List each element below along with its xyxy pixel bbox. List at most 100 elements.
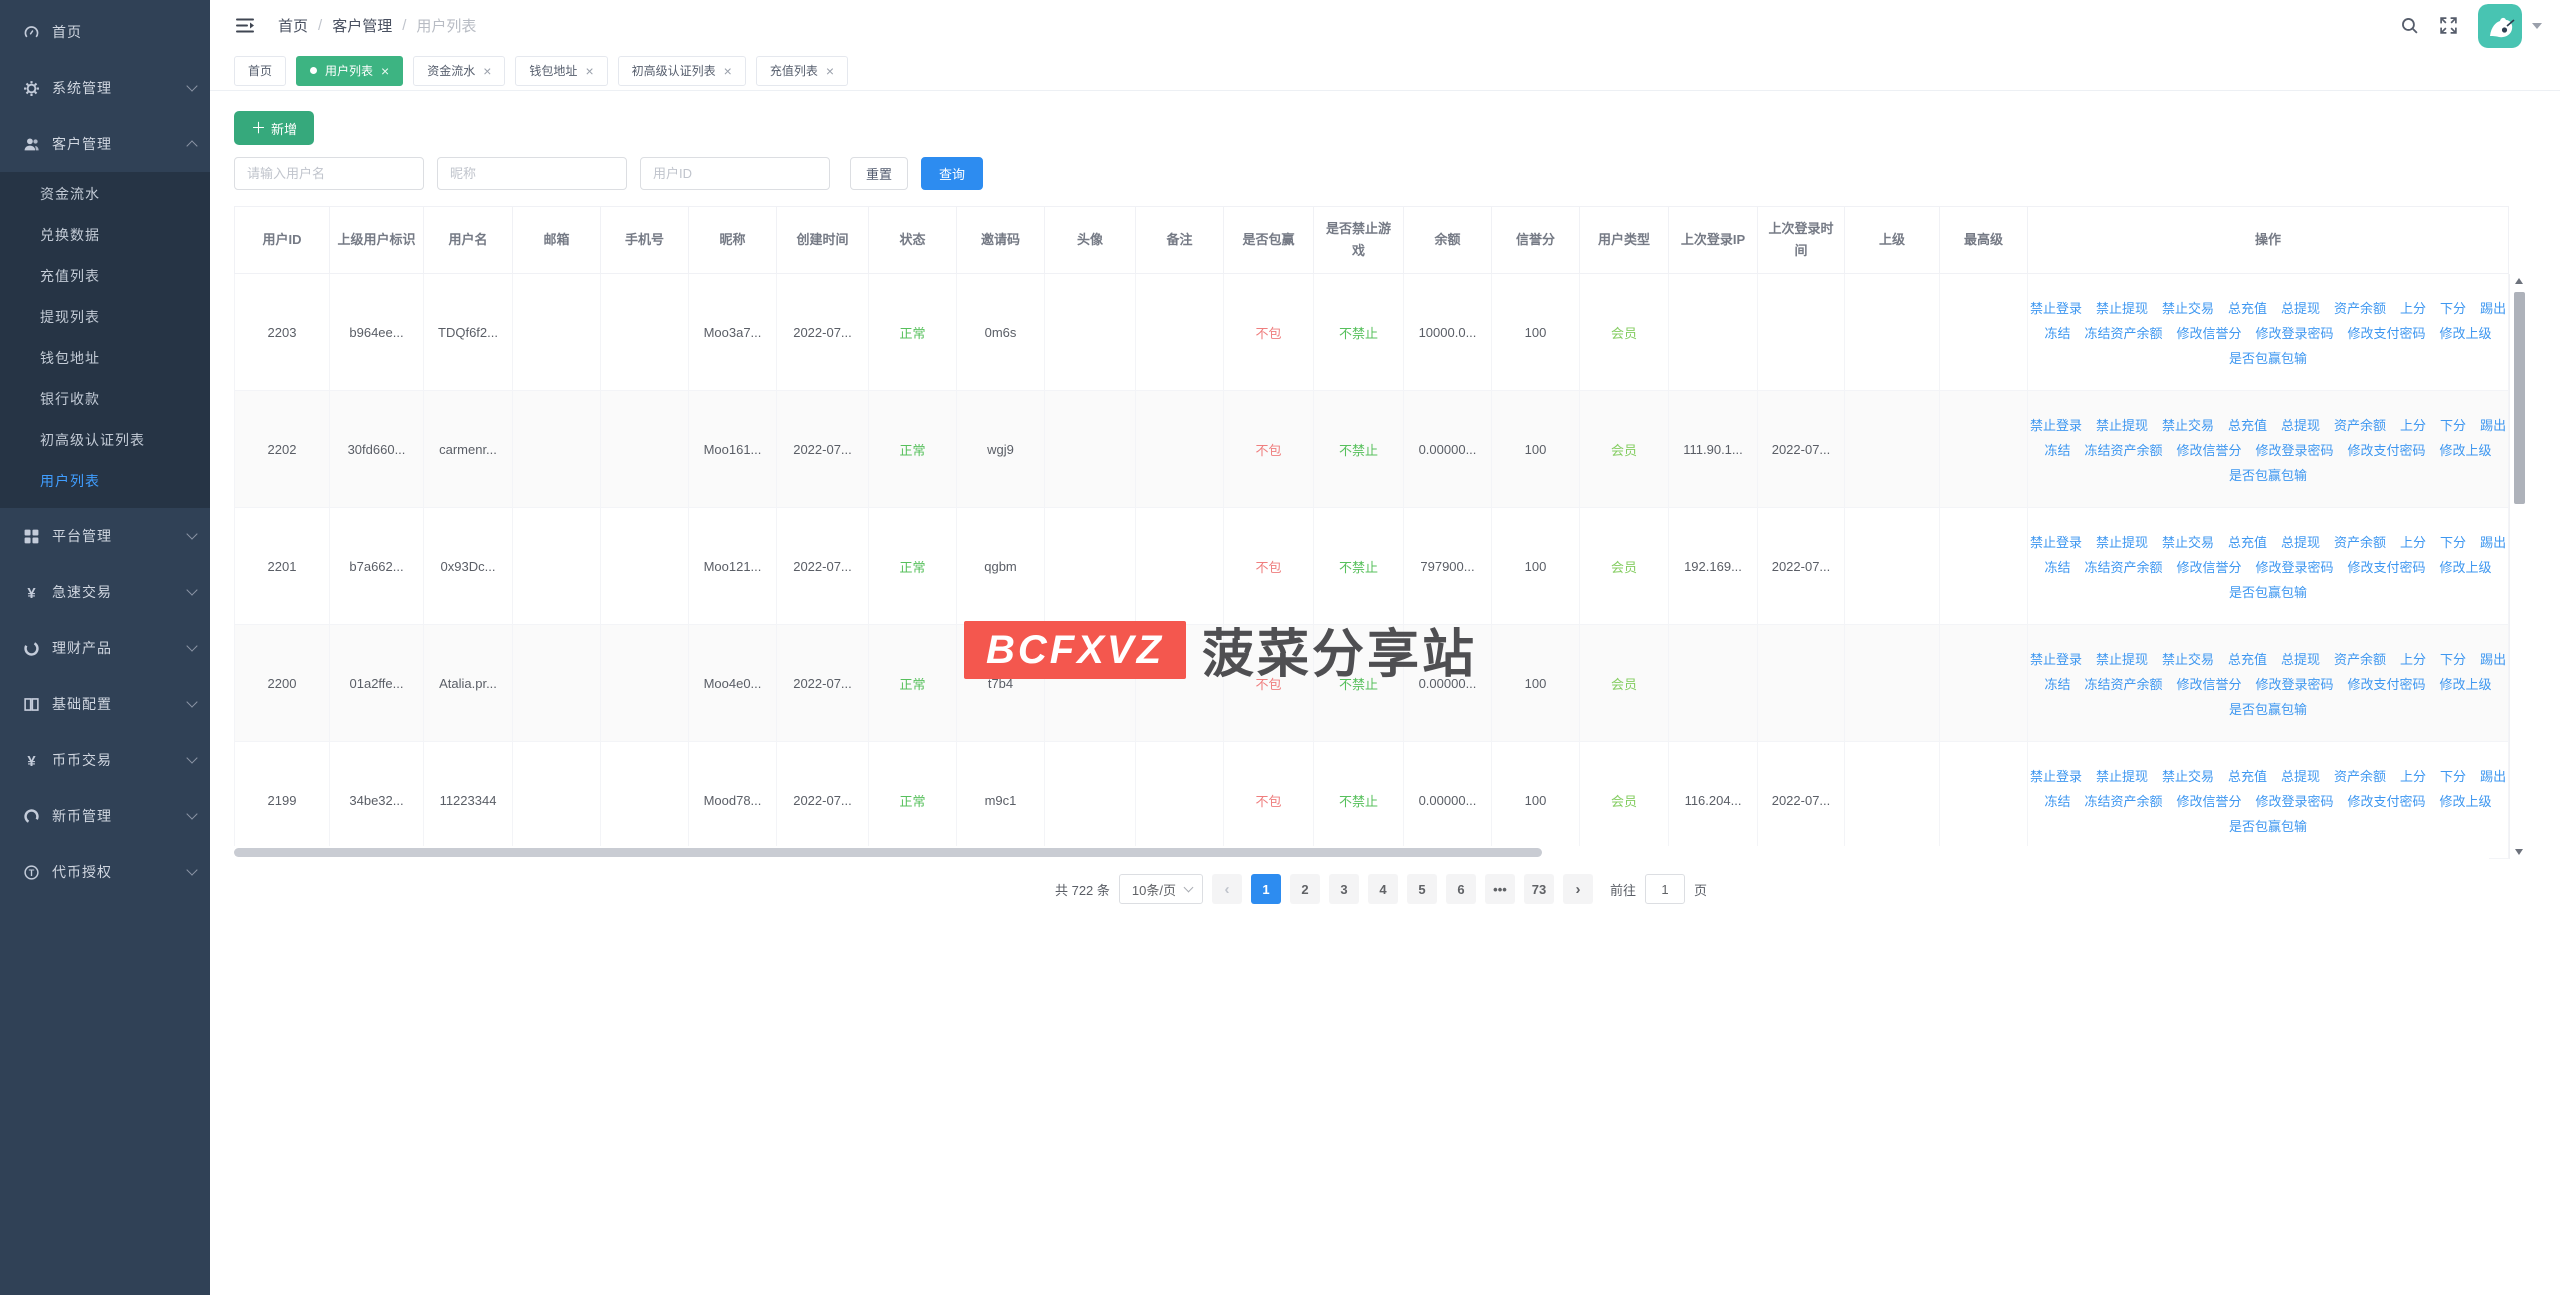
op-add-score[interactable]: 上分	[2400, 415, 2426, 434]
op-asset-balance[interactable]: 资产余额	[2334, 649, 2386, 668]
op-ban-trade[interactable]: 禁止交易	[2162, 649, 2214, 668]
op-total-withdraw[interactable]: 总提现	[2281, 415, 2320, 434]
op-edit-login-password[interactable]: 修改登录密码	[2256, 440, 2334, 459]
op-win-lose-control[interactable]: 是否包赢包输	[2229, 699, 2307, 718]
op-ban-login[interactable]: 禁止登录	[2030, 415, 2082, 434]
tab-wallet-address[interactable]: 钱包地址×	[515, 56, 607, 86]
horizontal-scrollbar-thumb[interactable]	[234, 848, 1542, 857]
op-ban-trade[interactable]: 禁止交易	[2162, 766, 2214, 785]
op-ban-trade[interactable]: 禁止交易	[2162, 415, 2214, 434]
sidebar-item-wealth-products[interactable]: 理财产品	[0, 620, 210, 676]
page-button-73[interactable]: 73	[1524, 874, 1554, 904]
op-ban-login[interactable]: 禁止登录	[2030, 649, 2082, 668]
op-freeze-asset-balance[interactable]: 冻结资产余额	[2084, 674, 2162, 693]
sidebar-subitem-recharge-list[interactable]: 充值列表	[0, 256, 210, 297]
sidebar-subitem-bank-collection[interactable]: 银行收款	[0, 379, 210, 420]
op-win-lose-control[interactable]: 是否包赢包输	[2229, 582, 2307, 601]
op-edit-pay-password[interactable]: 修改支付密码	[2348, 323, 2426, 342]
op-kick-out[interactable]: 踢出	[2480, 298, 2506, 317]
op-total-withdraw[interactable]: 总提现	[2281, 649, 2320, 668]
page-button-5[interactable]: 5	[1407, 874, 1437, 904]
sidebar-item-new-coin-management[interactable]: 新币管理	[0, 788, 210, 844]
page-size-select[interactable]: 10条/页	[1119, 874, 1203, 904]
chevron-down-icon[interactable]	[2532, 23, 2542, 29]
op-edit-superior[interactable]: 修改上级	[2440, 791, 2492, 810]
op-kick-out[interactable]: 踢出	[2480, 766, 2506, 785]
op-total-recharge[interactable]: 总充值	[2228, 298, 2267, 317]
op-sub-score[interactable]: 下分	[2440, 298, 2466, 317]
op-freeze-asset-balance[interactable]: 冻结资产余额	[2084, 440, 2162, 459]
prev-page-button[interactable]: ‹	[1212, 874, 1242, 904]
sidebar-subitem-wallet-address[interactable]: 钱包地址	[0, 338, 210, 379]
op-add-score[interactable]: 上分	[2400, 532, 2426, 551]
op-freeze[interactable]: 冻结	[2044, 791, 2070, 810]
page-button-6[interactable]: 6	[1446, 874, 1476, 904]
op-edit-superior[interactable]: 修改上级	[2440, 323, 2492, 342]
sidebar-item-token-auth[interactable]: T代币授权	[0, 844, 210, 900]
op-ban-withdraw[interactable]: 禁止提现	[2096, 298, 2148, 317]
op-asset-balance[interactable]: 资产余额	[2334, 298, 2386, 317]
tab-home[interactable]: 首页	[234, 56, 286, 86]
tab-cert-list[interactable]: 初高级认证列表×	[618, 56, 746, 86]
tab-fund-flow[interactable]: 资金流水×	[413, 56, 505, 86]
nickname-input[interactable]	[437, 157, 627, 190]
op-sub-score[interactable]: 下分	[2440, 415, 2466, 434]
op-total-recharge[interactable]: 总充值	[2228, 532, 2267, 551]
op-kick-out[interactable]: 踢出	[2480, 532, 2506, 551]
op-edit-credit[interactable]: 修改信誉分	[2176, 323, 2241, 342]
op-ban-trade[interactable]: 禁止交易	[2162, 532, 2214, 551]
sidebar-item-basic-config[interactable]: 基础配置	[0, 676, 210, 732]
next-page-button[interactable]: ›	[1563, 874, 1593, 904]
username-input[interactable]	[234, 157, 424, 190]
op-ban-withdraw[interactable]: 禁止提现	[2096, 766, 2148, 785]
op-total-recharge[interactable]: 总充值	[2228, 649, 2267, 668]
op-sub-score[interactable]: 下分	[2440, 766, 2466, 785]
vertical-scrollbar-thumb[interactable]	[2514, 292, 2525, 504]
fullscreen-icon[interactable]	[2439, 16, 2458, 35]
sidebar-subitem-cert-list[interactable]: 初高级认证列表	[0, 420, 210, 461]
op-freeze-asset-balance[interactable]: 冻结资产余额	[2084, 323, 2162, 342]
menu-collapse-icon[interactable]	[236, 17, 256, 34]
op-freeze[interactable]: 冻结	[2044, 674, 2070, 693]
op-ban-login[interactable]: 禁止登录	[2030, 766, 2082, 785]
op-edit-superior[interactable]: 修改上级	[2440, 440, 2492, 459]
sidebar-item-system-management[interactable]: 系统管理	[0, 60, 210, 116]
scroll-up-icon[interactable]	[2515, 278, 2523, 284]
op-edit-credit[interactable]: 修改信誉分	[2176, 674, 2241, 693]
reset-button[interactable]: 重置	[850, 157, 908, 190]
sidebar-subitem-user-list[interactable]: 用户列表	[0, 461, 210, 502]
op-asset-balance[interactable]: 资产余额	[2334, 532, 2386, 551]
close-icon[interactable]: ×	[724, 64, 732, 78]
tab-recharge-list[interactable]: 充值列表×	[756, 56, 848, 86]
sidebar-item-customer-management[interactable]: 客户管理	[0, 116, 210, 172]
op-edit-credit[interactable]: 修改信誉分	[2176, 791, 2241, 810]
close-icon[interactable]: ×	[826, 64, 834, 78]
add-button[interactable]: ＋新增	[234, 111, 314, 145]
op-edit-login-password[interactable]: 修改登录密码	[2256, 323, 2334, 342]
op-add-score[interactable]: 上分	[2400, 766, 2426, 785]
op-sub-score[interactable]: 下分	[2440, 532, 2466, 551]
op-total-withdraw[interactable]: 总提现	[2281, 532, 2320, 551]
sidebar-item-home[interactable]: 首页	[0, 4, 210, 60]
op-edit-login-password[interactable]: 修改登录密码	[2256, 674, 2334, 693]
sidebar-item-coin-trade[interactable]: ¥币币交易	[0, 732, 210, 788]
op-total-withdraw[interactable]: 总提现	[2281, 298, 2320, 317]
page-button-1[interactable]: 1	[1251, 874, 1281, 904]
tab-user-list[interactable]: 用户列表×	[296, 56, 403, 86]
avatar[interactable]	[2478, 4, 2522, 48]
sidebar-subitem-fund-flow[interactable]: 资金流水	[0, 174, 210, 215]
op-asset-balance[interactable]: 资产余额	[2334, 766, 2386, 785]
op-asset-balance[interactable]: 资产余额	[2334, 415, 2386, 434]
op-edit-pay-password[interactable]: 修改支付密码	[2348, 440, 2426, 459]
sidebar-item-platform-management[interactable]: 平台管理	[0, 508, 210, 564]
op-edit-login-password[interactable]: 修改登录密码	[2256, 557, 2334, 576]
op-freeze-asset-balance[interactable]: 冻结资产余额	[2084, 557, 2162, 576]
op-kick-out[interactable]: 踢出	[2480, 415, 2506, 434]
op-total-recharge[interactable]: 总充值	[2228, 415, 2267, 434]
breadcrumb-item-1[interactable]: 客户管理	[332, 15, 392, 36]
op-edit-credit[interactable]: 修改信誉分	[2176, 557, 2241, 576]
sidebar-subitem-exchange-data[interactable]: 兑换数据	[0, 215, 210, 256]
query-button[interactable]: 查询	[921, 157, 983, 190]
op-total-withdraw[interactable]: 总提现	[2281, 766, 2320, 785]
close-icon[interactable]: ×	[585, 64, 593, 78]
